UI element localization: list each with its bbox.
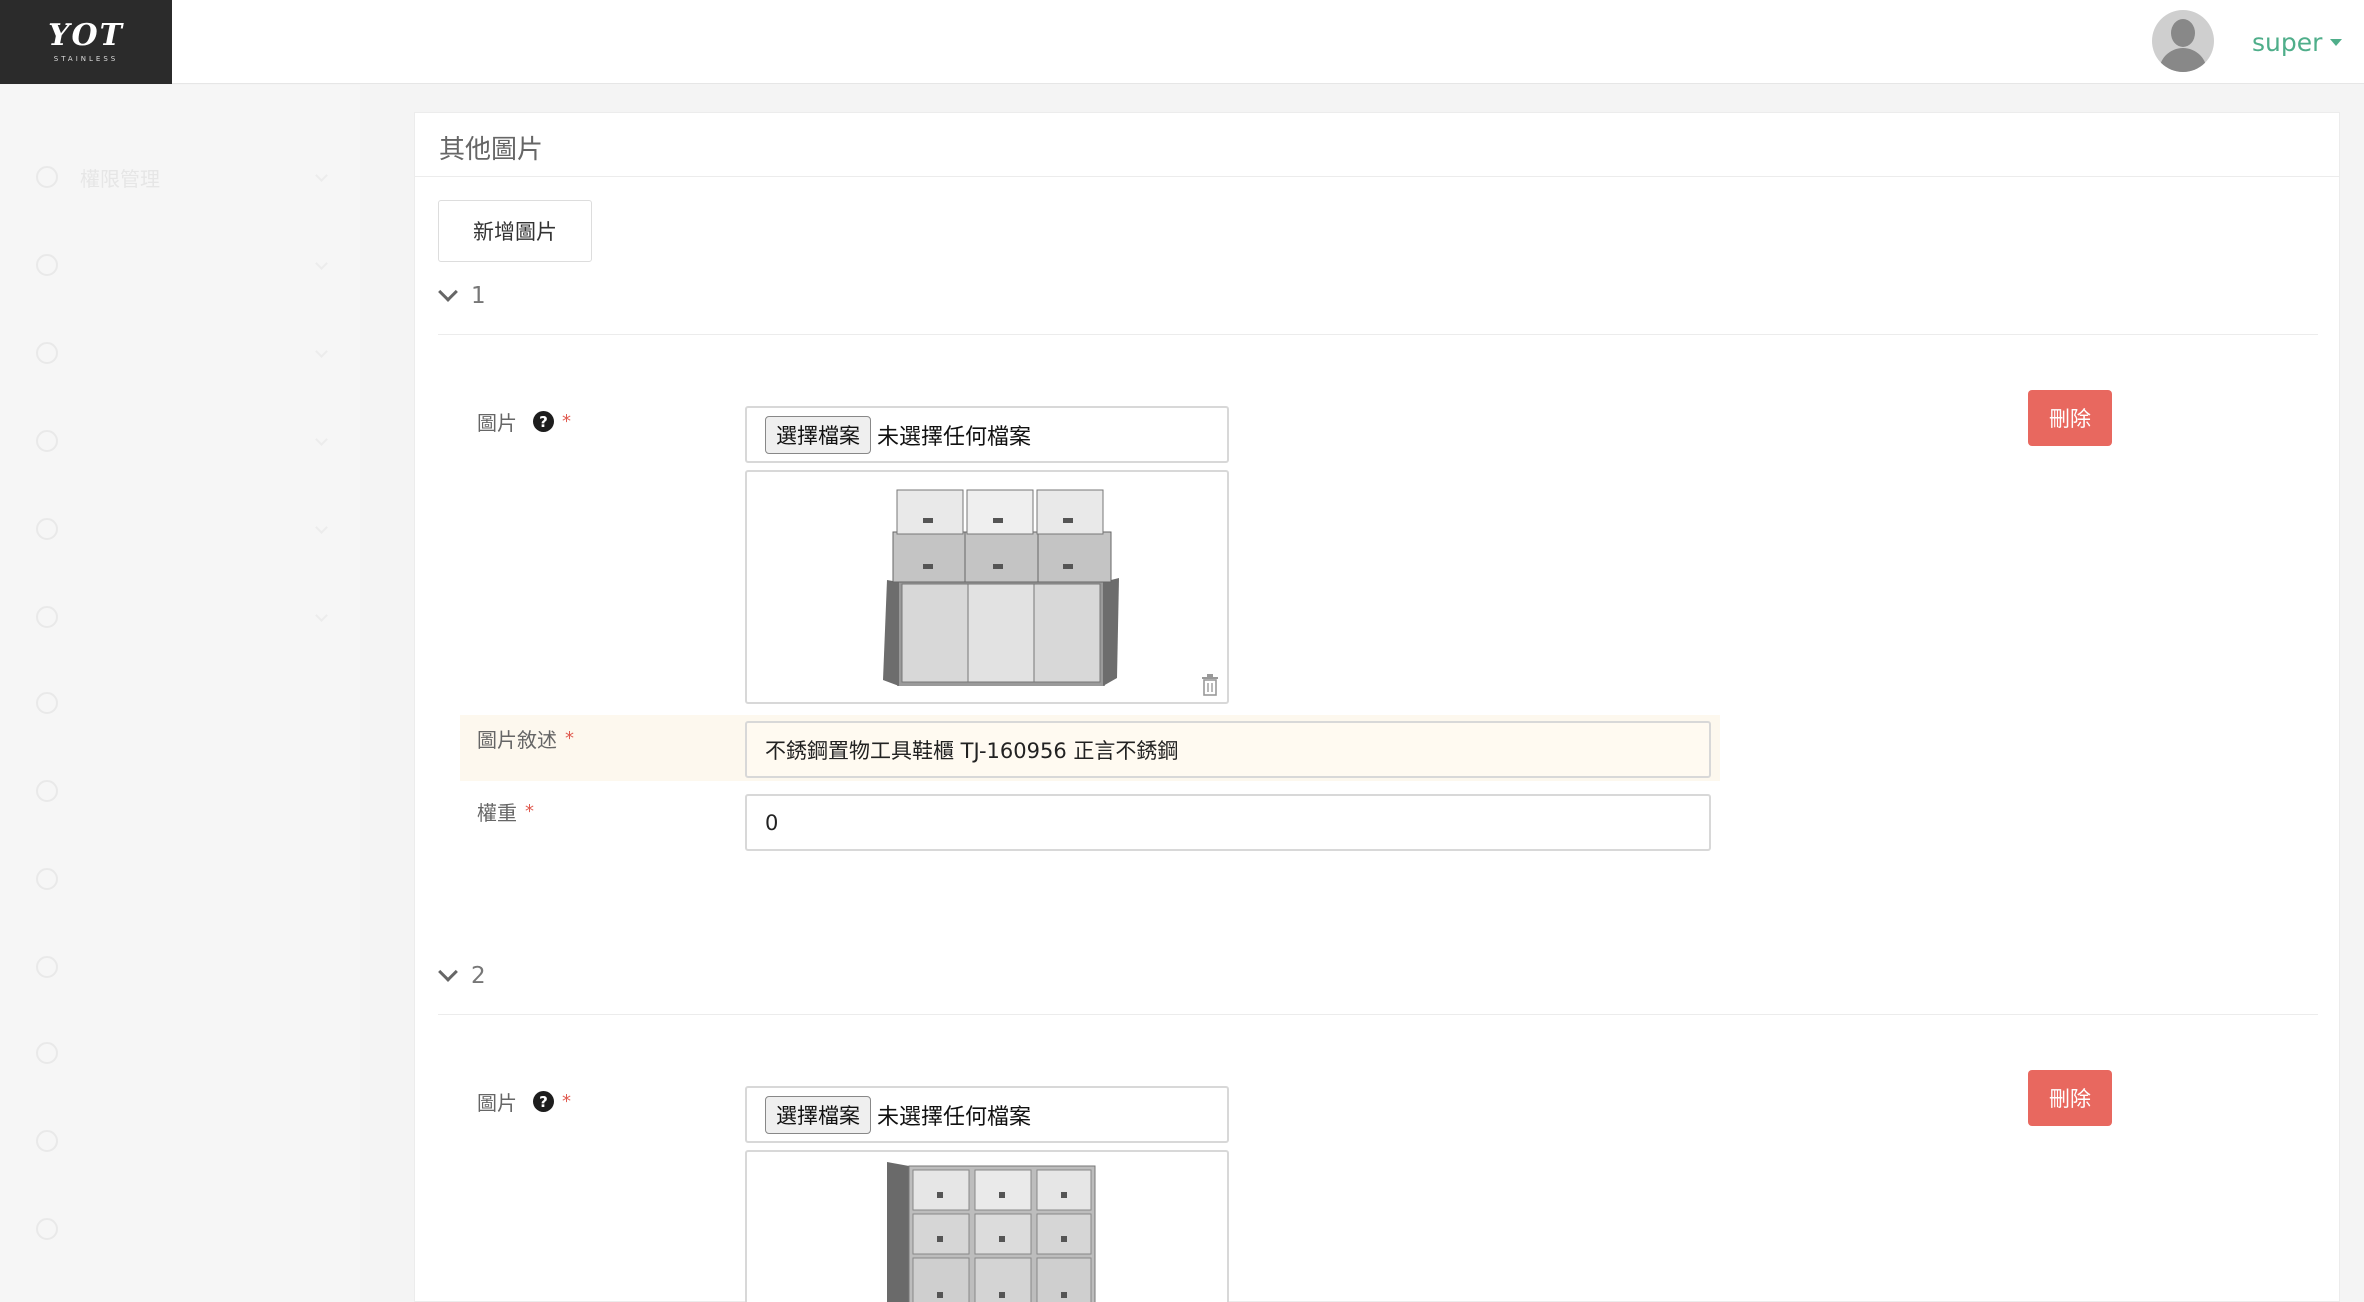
menu-icon: [36, 518, 58, 540]
sidebar-item[interactable]: [36, 599, 328, 635]
chevron-down-icon: [315, 609, 328, 622]
chevron-down-icon: [438, 282, 458, 302]
image-file-input[interactable]: 選擇檔案 未選擇任何檔案: [745, 406, 1229, 463]
panel-header: 其他圖片: [415, 113, 2339, 177]
help-icon[interactable]: ?: [533, 1091, 554, 1112]
chevron-down-icon: [315, 521, 328, 534]
logo-mark: YOT: [48, 18, 124, 53]
weight-input[interactable]: [745, 794, 1711, 851]
chevron-down-icon: [315, 345, 328, 358]
entry-index: 1: [471, 283, 486, 309]
locker-image: [887, 1162, 1096, 1302]
file-status: 未選擇任何檔案: [877, 1104, 1032, 1130]
sidebar: 權限管理: [0, 85, 360, 1302]
required-mark: *: [562, 1091, 571, 1112]
sidebar-item[interactable]: [36, 423, 328, 459]
sidebar-item[interactable]: [36, 511, 328, 547]
image-label: 圖片 ? *: [477, 411, 571, 435]
sidebar-item-permissions[interactable]: 權限管理: [36, 159, 328, 195]
caret-down-icon: [2330, 39, 2343, 46]
menu-icon: [36, 166, 58, 188]
chevron-down-icon: [315, 433, 328, 446]
sidebar-item[interactable]: [36, 949, 326, 985]
panel-title: 其他圖片: [439, 135, 544, 165]
entry-toggle-1[interactable]: 1: [435, 282, 486, 309]
brand-logo[interactable]: YOT STAINLESS: [0, 0, 172, 84]
entry-index: 2: [471, 963, 486, 989]
file-status: 未選擇任何檔案: [877, 424, 1032, 450]
menu-icon: [36, 342, 58, 364]
description-label: 圖片敘述 *: [477, 728, 574, 752]
entry-toggle-2[interactable]: 2: [435, 962, 486, 989]
chevron-down-icon: [315, 169, 328, 182]
top-bar: YOT STAINLESS super: [0, 0, 2364, 84]
user-menu[interactable]: super: [2252, 28, 2343, 57]
trash-icon[interactable]: [1201, 674, 1219, 696]
menu-icon: [36, 1218, 58, 1240]
menu-icon: [36, 1042, 58, 1064]
menu-icon: [36, 780, 58, 802]
sidebar-item[interactable]: [36, 247, 328, 283]
sidebar-item[interactable]: [36, 861, 326, 897]
divider: [438, 334, 2318, 335]
required-mark: *: [565, 728, 574, 749]
menu-icon: [36, 692, 58, 714]
chevron-down-icon: [438, 962, 458, 982]
menu-icon: [36, 956, 58, 978]
image-label: 圖片 ? *: [477, 1091, 571, 1115]
add-image-button[interactable]: 新增圖片: [438, 200, 592, 262]
menu-icon: [36, 254, 58, 276]
required-mark: *: [562, 411, 571, 432]
sidebar-item[interactable]: [36, 335, 328, 371]
menu-icon: [36, 606, 58, 628]
sidebar-item[interactable]: [36, 1211, 326, 1247]
other-images-panel: 其他圖片 新增圖片 1 圖片 ? * 選擇檔案 未選擇任何檔案 刪除 圖片敘述 …: [414, 112, 2340, 1302]
menu-icon: [36, 868, 58, 890]
image-preview: [745, 470, 1229, 704]
image-file-input[interactable]: 選擇檔案 未選擇任何檔案: [745, 1086, 1229, 1143]
delete-entry-button[interactable]: 刪除: [2028, 1070, 2112, 1126]
required-mark: *: [525, 801, 534, 822]
sidebar-item[interactable]: [36, 1123, 326, 1159]
description-input[interactable]: [745, 721, 1711, 778]
chevron-down-icon: [315, 257, 328, 270]
logo-subtext: STAINLESS: [53, 55, 119, 63]
weight-label: 權重 *: [477, 801, 534, 825]
user-name: super: [2252, 28, 2323, 57]
image-preview: [745, 1150, 1229, 1302]
cabinet-image: [883, 489, 1119, 686]
choose-file-button[interactable]: 選擇檔案: [765, 415, 871, 454]
divider: [438, 1014, 2318, 1015]
sidebar-item[interactable]: [36, 1035, 326, 1071]
avatar[interactable]: [2152, 10, 2214, 72]
sidebar-item[interactable]: [36, 685, 326, 721]
choose-file-button[interactable]: 選擇檔案: [765, 1095, 871, 1134]
delete-entry-button[interactable]: 刪除: [2028, 390, 2112, 446]
menu-icon: [36, 1130, 58, 1152]
sidebar-item[interactable]: [36, 773, 326, 809]
menu-icon: [36, 430, 58, 452]
sidebar-item-label: 權限管理: [80, 166, 160, 191]
help-icon[interactable]: ?: [533, 411, 554, 432]
